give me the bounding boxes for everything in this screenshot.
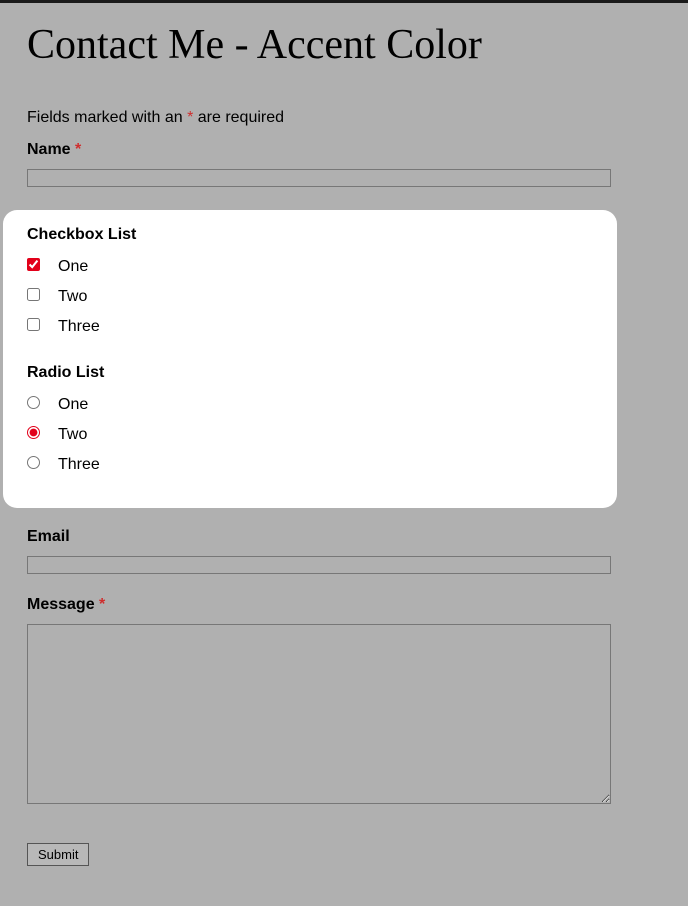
checkbox-option: Three	[27, 318, 593, 336]
checkbox-option-label: Three	[58, 318, 100, 336]
radio-two[interactable]	[27, 426, 40, 439]
submit-button[interactable]: Submit	[27, 843, 89, 866]
required-note-prefix: Fields marked with an	[27, 109, 187, 126]
list-options-card: Checkbox List One Two Three Radio List O…	[3, 210, 617, 508]
checkbox-group: Checkbox List One Two Three	[27, 226, 593, 336]
radio-option-label: One	[58, 396, 88, 414]
name-input[interactable]	[27, 169, 611, 187]
checkbox-option-label: Two	[58, 288, 87, 306]
radio-three[interactable]	[27, 456, 40, 469]
email-field-block: Email	[27, 528, 661, 575]
radio-group: Radio List One Two Three	[27, 364, 593, 474]
radio-group-label: Radio List	[27, 364, 593, 382]
name-label: Name *	[27, 141, 661, 159]
required-note-suffix: are required	[193, 109, 284, 126]
radio-option-label: Two	[58, 426, 87, 444]
name-field-block: Name *	[27, 141, 661, 188]
message-required-asterisk: *	[99, 596, 105, 613]
checkbox-three[interactable]	[27, 318, 40, 331]
radio-one[interactable]	[27, 396, 40, 409]
checkbox-group-label: Checkbox List	[27, 226, 593, 244]
name-required-asterisk: *	[75, 141, 81, 158]
radio-option: Three	[27, 456, 593, 474]
required-fields-note: Fields marked with an * are required	[27, 109, 661, 127]
checkbox-one[interactable]	[27, 258, 40, 271]
email-label: Email	[27, 528, 661, 546]
window-top-border	[0, 0, 688, 3]
page-container: Contact Me - Accent Color Fields marked …	[0, 21, 688, 906]
checkbox-two[interactable]	[27, 288, 40, 301]
checkbox-option: Two	[27, 288, 593, 306]
radio-option: Two	[27, 426, 593, 444]
name-label-text: Name	[27, 141, 75, 158]
message-label-text: Message	[27, 596, 99, 613]
message-label: Message *	[27, 596, 661, 614]
email-input[interactable]	[27, 556, 611, 574]
message-field-block: Message *	[27, 596, 661, 809]
page-title: Contact Me - Accent Color	[27, 21, 661, 69]
checkbox-option-label: One	[58, 258, 88, 276]
message-textarea[interactable]	[27, 624, 611, 804]
radio-option-label: Three	[58, 456, 100, 474]
radio-option: One	[27, 396, 593, 414]
checkbox-option: One	[27, 258, 593, 276]
